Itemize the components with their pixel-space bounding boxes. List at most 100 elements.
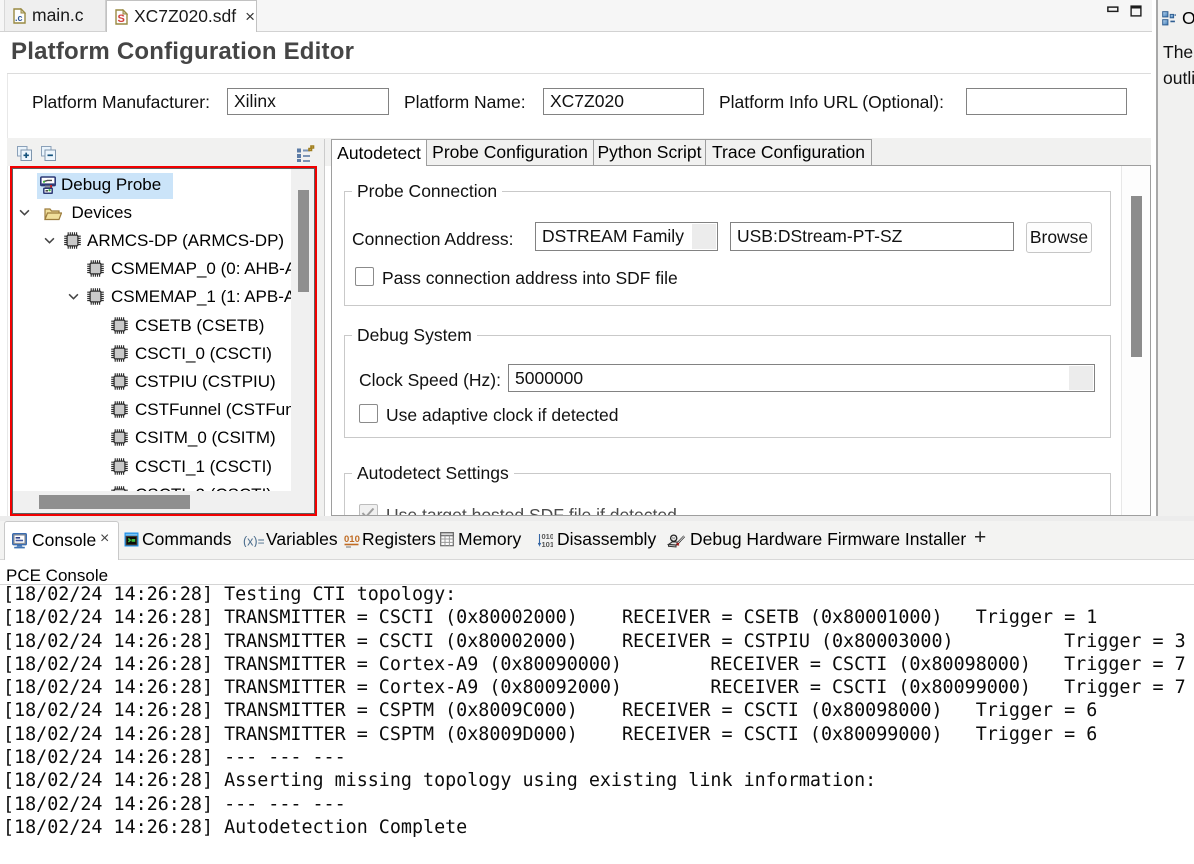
minimize-icon[interactable] xyxy=(1107,6,1119,13)
tree-vscroll-thumb[interactable] xyxy=(298,190,309,292)
tree-item-csitm-0-csitm[interactable]: CSITM_0 (CSITM) xyxy=(13,425,291,453)
chevron-down-icon[interactable] xyxy=(68,293,79,300)
view-tab-registers[interactable]: Registers xyxy=(344,521,436,559)
tab-trace-configuration[interactable]: Trace Configuration xyxy=(706,139,872,165)
tree-item-cstpiu-cstpiu[interactable]: CSTPIU (CSTPIU) xyxy=(13,369,291,397)
tree-item-csmemap-1-1-apb-ap[interactable]: CSMEMAP_1 (1: APB-AP) xyxy=(13,284,291,312)
use-target-hosted-sdf-label: Use target hosted SDF file if detected xyxy=(386,505,677,516)
console-line: [18/02/24 14:26:28] Testing CTI topology… xyxy=(3,583,1194,606)
view-tab-console[interactable]: Console × xyxy=(4,521,119,560)
device-tree: Debug Probe Devices ARMCS-DP (ARMCS-DP) CSM… xyxy=(12,168,315,514)
console-line: [18/02/24 14:26:28] --- --- --- xyxy=(3,746,1194,769)
platform-manufacturer-label: Platform Manufacturer: xyxy=(32,92,210,113)
device-tree-rows[interactable]: Debug Probe Devices ARMCS-DP (ARMCS-DP) CSM… xyxy=(13,169,291,491)
tree-item-cscti-2-cscti[interactable]: CSCTI_2 (CSCTI) xyxy=(13,482,291,491)
connection-type-combo[interactable]: DSTREAM Family xyxy=(535,222,718,251)
platform-manufacturer-field[interactable]: Xilinx xyxy=(227,88,389,115)
console-line: [18/02/24 14:26:28] TRANSMITTER = CSPTM … xyxy=(3,699,1194,722)
close-view-icon[interactable]: × xyxy=(100,530,109,548)
use-adaptive-clock-label: Use adaptive clock if detected xyxy=(386,405,619,426)
browse-button[interactable]: Browse xyxy=(1026,222,1092,253)
chip-icon xyxy=(111,429,128,446)
combo-dropdown-button[interactable] xyxy=(692,224,716,249)
tab-autodetect[interactable]: Autodetect xyxy=(331,139,427,166)
title-separator xyxy=(7,73,1151,74)
probe-icon xyxy=(40,176,56,194)
tree-horizontal-scrollbar[interactable] xyxy=(13,491,313,513)
tab-python-script[interactable]: Python Script xyxy=(594,139,706,165)
autodetect-settings-group: Autodetect Settings Use target hosted SD… xyxy=(344,473,1111,516)
maximize-icon[interactable] xyxy=(1130,5,1142,17)
close-tab-icon[interactable]: × xyxy=(245,8,255,25)
chevron-down-icon[interactable] xyxy=(44,237,55,244)
view-tab-debug-hardware-firmware-installer[interactable]: Debug Hardware Firmware Installer xyxy=(667,521,969,559)
tree-item-debug-probe[interactable]: Debug Probe xyxy=(13,172,291,200)
chip-icon xyxy=(64,232,81,249)
expand-all-button[interactable] xyxy=(17,146,32,161)
use-adaptive-clock-checkbox[interactable] xyxy=(359,404,378,423)
editor-tab-label: main.c xyxy=(32,5,84,26)
connection-address-field[interactable]: USB:DStream-PT-SZ xyxy=(730,222,1014,251)
config-vscroll-thumb[interactable] xyxy=(1131,196,1142,357)
platform-name-field[interactable]: XC7Z020 xyxy=(543,88,704,115)
tree-item-label: Devices xyxy=(72,203,132,223)
platform-info-url-label: Platform Info URL (Optional): xyxy=(719,92,944,113)
view-tab-disassembly[interactable]: Disassembly xyxy=(538,521,660,559)
tree-item-csetb-csetb[interactable]: CSETB (CSETB) xyxy=(13,313,291,341)
tree-item-cstfunnel-cstfunnel[interactable]: CSTFunnel (CSTFunnel) xyxy=(13,397,291,425)
disassembly-icon xyxy=(538,532,553,548)
autodetect-settings-legend: Autodetect Settings xyxy=(352,463,514,484)
editor-tabbar: main.c XC7Z020.sdf × xyxy=(0,0,1152,32)
clock-speed-combo[interactable]: 5000000 xyxy=(508,364,1095,392)
debug-system-group: Debug System Clock Speed (Hz): 5000000 U… xyxy=(344,335,1111,438)
commands-icon xyxy=(124,532,139,547)
tree-item-label: Debug Probe xyxy=(61,175,161,195)
tree-vertical-scrollbar[interactable] xyxy=(291,169,313,491)
chip-icon xyxy=(87,260,104,277)
use-target-hosted-sdf-checkbox[interactable] xyxy=(359,504,378,516)
outline-icon xyxy=(1162,11,1176,26)
chip-icon xyxy=(111,458,128,475)
chip-icon xyxy=(111,317,128,334)
config-vertical-scrollbar[interactable] xyxy=(1121,166,1151,516)
editor-tab-main-c[interactable]: main.c xyxy=(4,0,106,31)
console-line: [18/02/24 14:26:28] Asserting missing to… xyxy=(3,769,1194,792)
tab-probe-configuration[interactable]: Probe Configuration xyxy=(427,139,594,165)
console-line: [18/02/24 14:26:28] TRANSMITTER = Cortex… xyxy=(3,653,1194,676)
tree-item-label: CSCTI_1 (CSCTI) xyxy=(135,457,272,477)
view-tab-memory[interactable]: Memory xyxy=(440,521,530,559)
tree-item-armcs-dp-armcs-dp[interactable]: ARMCS-DP (ARMCS-DP) xyxy=(13,228,291,256)
tree-item-csmemap-0-0-ahb-ap[interactable]: CSMEMAP_0 (0: AHB-AP) xyxy=(13,256,291,284)
tree-item-label: CSMEMAP_0 (0: AHB-AP) xyxy=(111,259,291,279)
platform-info-url-field[interactable] xyxy=(966,88,1127,115)
collapse-all-button[interactable] xyxy=(41,146,56,161)
view-tab-commands[interactable]: Commands xyxy=(124,521,236,559)
add-view-button[interactable]: + xyxy=(974,521,994,559)
console-icon xyxy=(12,533,27,549)
plus-icon: + xyxy=(974,526,986,550)
variables-icon xyxy=(243,535,264,547)
console-output[interactable]: [18/02/24 14:26:28] Testing CTI topology… xyxy=(3,583,1194,839)
c-file-icon xyxy=(13,8,26,24)
console-line: [18/02/24 14:26:28] --- --- --- xyxy=(3,793,1194,816)
combo-dropdown-button[interactable] xyxy=(1069,366,1093,390)
console-tabbar: Console × Commands Variables Registers M… xyxy=(0,521,1194,560)
tree-item-devices[interactable]: Devices xyxy=(13,200,291,228)
pass-connection-address-checkbox[interactable] xyxy=(355,267,374,286)
tree-item-label: CSITM_0 (CSITM) xyxy=(135,428,276,448)
tree-item-cscti-0-cscti[interactable]: CSCTI_0 (CSCTI) xyxy=(13,341,291,369)
editor-tab-label: XC7Z020.sdf xyxy=(134,6,236,27)
editor-tab-xc7z020-sdf[interactable]: XC7Z020.sdf × xyxy=(106,0,257,32)
view-menu-button[interactable] xyxy=(296,143,315,162)
tree-item-cscti-1-cscti[interactable]: CSCTI_1 (CSCTI) xyxy=(13,454,291,482)
pass-connection-address-label: Pass connection address into SDF file xyxy=(382,268,678,289)
console-panel: Console × Commands Variables Registers M… xyxy=(0,521,1194,864)
chevron-down-icon[interactable] xyxy=(19,209,30,216)
tree-item-label: CSETB (CSETB) xyxy=(135,316,264,336)
autodetect-page: Probe Connection Connection Address: DST… xyxy=(331,165,1151,516)
device-tree-highlight-border: Debug Probe Devices ARMCS-DP (ARMCS-DP) CSM… xyxy=(10,166,317,516)
page-title: Platform Configuration Editor xyxy=(11,38,354,66)
view-tab-variables[interactable]: Variables xyxy=(243,521,333,559)
tree-hscroll-thumb[interactable] xyxy=(39,495,190,509)
tree-item-label: CSMEMAP_1 (1: APB-AP) xyxy=(111,287,291,307)
